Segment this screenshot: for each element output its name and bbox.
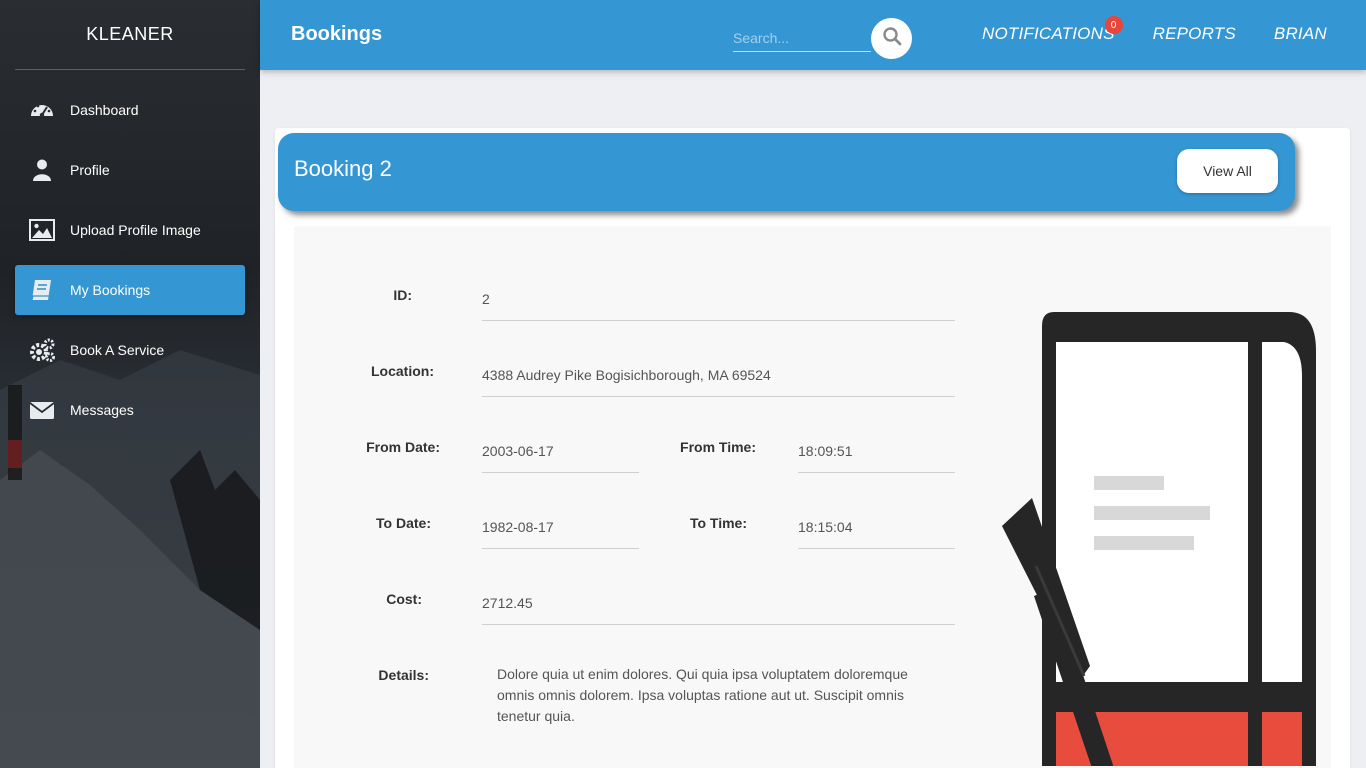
gears-icon bbox=[29, 337, 55, 363]
sidebar-item-profile[interactable]: Profile bbox=[15, 145, 245, 195]
reports-link[interactable]: REPORTS bbox=[1153, 24, 1236, 44]
sidebar-item-upload-profile-image[interactable]: Upload Profile Image bbox=[15, 205, 245, 255]
id-value: 2 bbox=[482, 277, 955, 321]
details-value: Dolore quia ut enim dolores. Qui quia ip… bbox=[497, 666, 908, 724]
to-time-value: 18:15:04 bbox=[798, 505, 955, 549]
book-icon bbox=[29, 277, 55, 303]
location-value: 4388 Audrey Pike Bogisichborough, MA 695… bbox=[482, 353, 955, 397]
sidebar-item-book-a-service[interactable]: Book A Service bbox=[15, 325, 245, 375]
page-title: Bookings bbox=[291, 23, 383, 45]
to-date-value: 1982-08-17 bbox=[482, 505, 639, 549]
search-button[interactable] bbox=[871, 18, 912, 59]
cost-value: 2712.45 bbox=[482, 581, 955, 625]
booking-clipboard-illustration bbox=[1002, 312, 1316, 766]
sidebar: KLEANER Dashboard Profile Upload Profile… bbox=[0, 0, 260, 768]
user-menu-link[interactable]: BRIAN bbox=[1274, 24, 1327, 44]
sidebar-item-label: My Bookings bbox=[70, 282, 151, 298]
cost-label: Cost: bbox=[386, 591, 422, 607]
view-all-button[interactable]: View All bbox=[1177, 149, 1278, 193]
from-time-label: From Time: bbox=[680, 439, 756, 455]
image-icon bbox=[29, 217, 55, 243]
booking-details-panel: ID: 2 Location: 4388 Audrey Pike Bogisic… bbox=[294, 226, 1331, 768]
user-icon bbox=[29, 157, 55, 183]
to-date-label: To Date: bbox=[376, 515, 431, 531]
booking-card-header: Booking 2 View All bbox=[278, 133, 1295, 211]
sidebar-item-label: Messages bbox=[70, 402, 134, 418]
brand-divider bbox=[15, 69, 245, 70]
notification-count-badge: 0 bbox=[1104, 16, 1123, 34]
sidebar-item-my-bookings[interactable]: My Bookings bbox=[15, 265, 245, 315]
location-label: Location: bbox=[371, 363, 434, 379]
sidebar-item-dashboard[interactable]: Dashboard bbox=[15, 85, 245, 135]
from-time-value: 18:09:51 bbox=[798, 429, 955, 473]
to-time-label: To Time: bbox=[689, 515, 747, 531]
sidebar-item-messages[interactable]: Messages bbox=[15, 385, 245, 435]
booking-title: Booking 2 bbox=[294, 156, 392, 181]
top-nav-links: NOTIFICATIONS 0 REPORTS BRIAN bbox=[982, 16, 1365, 44]
from-date-label: From Date: bbox=[366, 439, 440, 455]
notifications-label: NOTIFICATIONS bbox=[982, 24, 1115, 43]
details-label: Details: bbox=[378, 667, 429, 683]
id-label: ID: bbox=[393, 287, 412, 303]
sidebar-item-label: Upload Profile Image bbox=[70, 222, 201, 238]
sidebar-item-label: Book A Service bbox=[70, 342, 165, 358]
dashboard-icon bbox=[29, 97, 55, 123]
envelope-icon bbox=[29, 397, 55, 423]
booking-card: Booking 2 View All ID: 2 Location: 4388 … bbox=[275, 128, 1350, 768]
search-bar bbox=[733, 18, 913, 59]
sidebar-item-label: Dashboard bbox=[70, 102, 139, 118]
notifications-link[interactable]: NOTIFICATIONS 0 bbox=[982, 16, 1123, 44]
top-bar: Bookings NOTIFICATIONS 0 REPORTS BRIAN bbox=[260, 0, 1366, 70]
sidebar-nav: Dashboard Profile Upload Profile Image M… bbox=[15, 85, 245, 445]
sidebar-item-label: Profile bbox=[70, 162, 110, 178]
search-input[interactable] bbox=[733, 25, 871, 52]
brand-logo[interactable]: KLEANER bbox=[0, 0, 260, 69]
from-date-value: 2003-06-17 bbox=[482, 429, 639, 473]
search-icon bbox=[882, 26, 902, 51]
